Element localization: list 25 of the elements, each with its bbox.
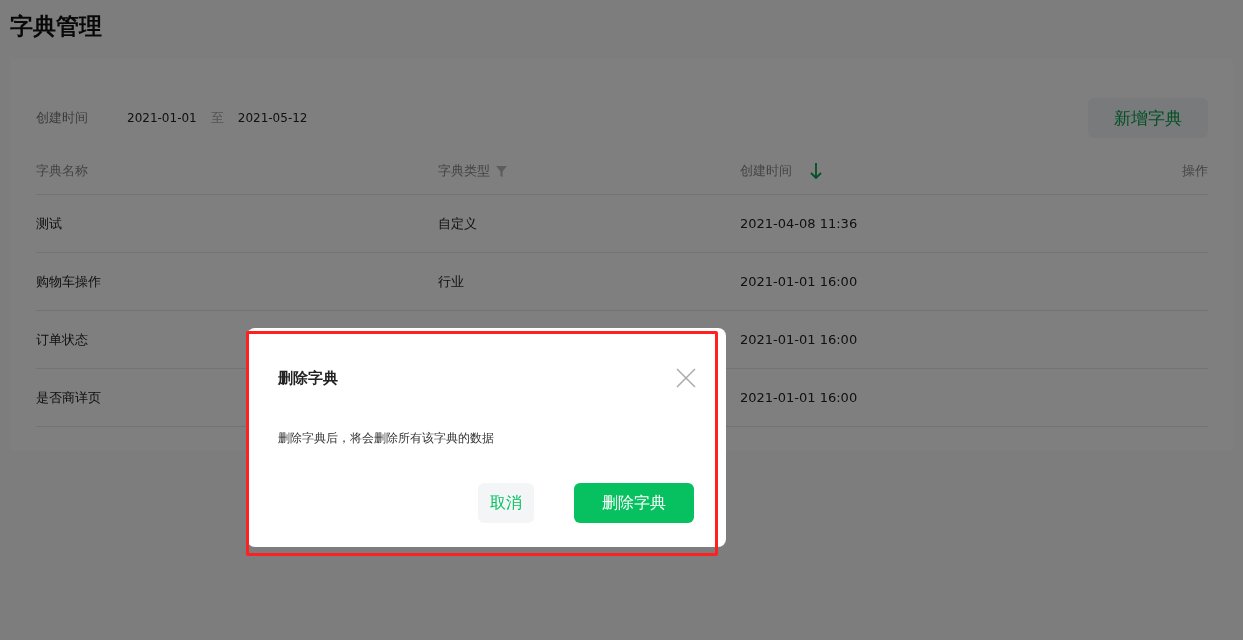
- table-cell-text: 2021-01-01 16:00: [740, 332, 859, 347]
- table-cell-text: 购物车操作: [36, 272, 102, 291]
- table-cell-text: 测试: [36, 214, 63, 233]
- table-cell: 行业: [438, 273, 464, 289]
- filter-icon[interactable]: [496, 165, 507, 177]
- filter-label: 创建时间: [36, 109, 89, 127]
- dialog-message: 删除字典后，将会删除所有该字典的数据: [278, 430, 495, 447]
- start-date-field[interactable]: 2021-01-01: [127, 111, 197, 125]
- table-cell-text: 2021-01-01 16:00: [740, 274, 859, 289]
- column-header: 创建时间: [740, 162, 792, 180]
- table-cell-text: 2021-01-01 16:00: [740, 390, 859, 405]
- close-icon[interactable]: [676, 368, 696, 388]
- dialog-title: 删除字典: [278, 368, 338, 388]
- column-header: 字典名称: [36, 162, 88, 180]
- sort-descending-icon[interactable]: [810, 162, 822, 180]
- delete-button[interactable]: 删除字典: [574, 483, 694, 523]
- column-header: 字典类型: [438, 162, 490, 180]
- add-dictionary-button[interactable]: 新增字典: [1088, 98, 1208, 138]
- table-cell-text: 是否商详页: [36, 388, 102, 407]
- page-title: 字典管理: [9, 12, 103, 41]
- end-date-field[interactable]: 2021-05-12: [237, 111, 308, 125]
- table-cell-text: 订单状态: [36, 330, 89, 349]
- table-cell: 自定义: [438, 215, 477, 231]
- table-cell-text: 2021-04-08 11:36: [740, 216, 859, 231]
- cancel-button[interactable]: 取消: [478, 483, 534, 523]
